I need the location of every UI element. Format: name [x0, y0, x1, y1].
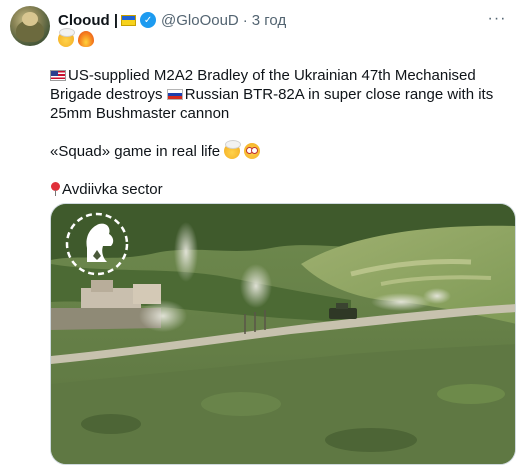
exploding-head-icon [58, 28, 75, 47]
tweet-text-part-4: Avdiivka sector [62, 181, 163, 198]
tweet-card[interactable]: Clooud | ✓ @GloOouD · 3 год ··· US-suppl… [0, 0, 520, 473]
tweet-text-part-3: «Squad» game in real life [50, 143, 225, 160]
display-name[interactable]: Clooud | [58, 12, 118, 29]
verified-badge-icon: ✓ [140, 12, 157, 28]
separator-dot: · [242, 11, 248, 29]
us-flag-icon [50, 70, 66, 81]
tweet-header: Clooud | ✓ @GloOouD · 3 год [58, 10, 286, 30]
fire-icon [77, 31, 94, 47]
tweet-text: US-supplied M2A2 Bradley of the Ukrainia… [50, 66, 510, 199]
ukraine-flag-icon [121, 14, 137, 26]
exploding-head-icon [224, 140, 242, 159]
tweet-paragraph-3: Avdiivka sector [50, 180, 510, 199]
timestamp[interactable]: 3 год [252, 12, 286, 29]
avatar-face [22, 12, 38, 26]
russia-flag-icon [166, 89, 183, 100]
dizzy-face-icon [244, 143, 261, 159]
media-image[interactable] [50, 203, 516, 465]
more-options-button[interactable]: ··· [486, 10, 508, 28]
tweet-paragraph-2: «Squad» game in real life [50, 140, 510, 161]
user-handle[interactable]: @GloOouD [161, 12, 239, 29]
avatar[interactable] [10, 6, 50, 46]
pushpin-icon [50, 182, 60, 196]
name-emojis [58, 28, 94, 47]
drone-footage-image [51, 204, 515, 464]
tweet-paragraph-1: US-supplied M2A2 Bradley of the Ukrainia… [50, 66, 510, 123]
